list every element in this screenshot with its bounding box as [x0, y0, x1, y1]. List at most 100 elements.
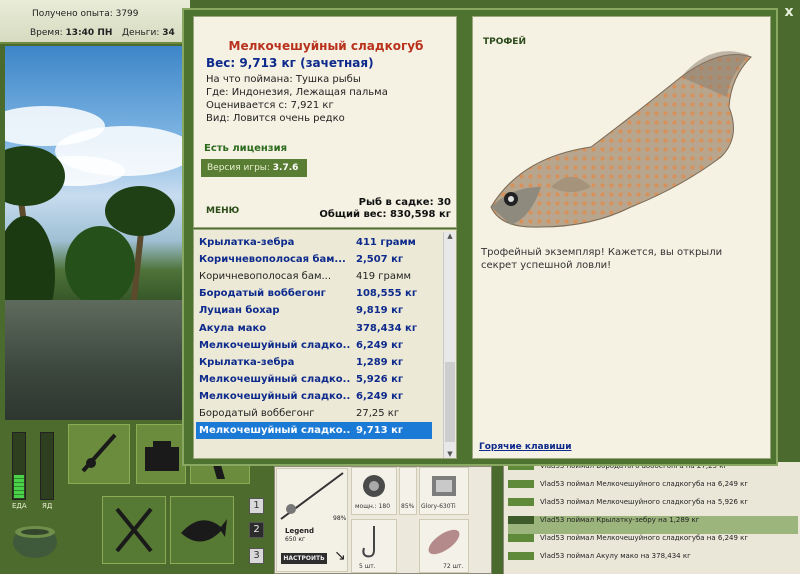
catch-list-item[interactable]: Луциан бохар 9,819 кг	[196, 302, 432, 319]
catch-fish-name: Луциан бохар	[199, 305, 280, 317]
spool-icon	[432, 476, 456, 496]
food-label: ЕДА	[12, 502, 27, 510]
menu-button[interactable]: МЕНЮ	[206, 206, 239, 216]
valued-from: Оценивается с: 7,921 кг	[206, 100, 334, 111]
catch-fish-weight: 5,926 кг	[356, 373, 404, 385]
page-button-2[interactable]: 2	[249, 522, 264, 538]
page-button-3[interactable]: 3	[249, 548, 264, 564]
trophy-message: Трофейный экземпляр! Кажется, вы открыли…	[481, 247, 723, 271]
tackle-box-icon	[145, 441, 179, 471]
hud-bar: Получено опыта: 3799 Время: 13:40 ПН Ден…	[0, 0, 190, 44]
rod-icon	[81, 433, 117, 473]
total-weight: Общий вес: 830,598 кг	[319, 209, 451, 220]
catch-list: Крылатка-зебра 411 грамм Коричневополосая …	[193, 229, 457, 459]
spool-caption: Glory-630Ti	[421, 503, 456, 510]
catch-list-item[interactable]: Мелкочешуйный сладко... 6,249 кг	[196, 337, 432, 354]
catch-fish-name: Бородатый воббегонг	[199, 288, 326, 300]
catch-list-scrollbar[interactable]: ▲ ▼	[443, 232, 455, 458]
catch-list-item[interactable]: Коричневополосая бам... 2,507 кг	[196, 251, 432, 268]
fish-icon	[508, 534, 534, 542]
catch-fish-weight: 6,249 кг	[356, 339, 404, 351]
fish-name: Мелкочешуйный сладкогуб	[228, 39, 424, 53]
fishing-scene[interactable]	[5, 46, 185, 420]
catch-fish-name: Мелкочешуйный сладко...	[199, 339, 351, 351]
line-caption: 85%	[401, 503, 415, 510]
catch-fish-name: Мелкочешуйный сладко...	[199, 390, 351, 402]
hook-count: 5 шт.	[359, 563, 376, 570]
fish-icon	[508, 498, 534, 506]
catch-fish-weight: 9,819 кг	[356, 305, 404, 317]
catch-list-item[interactable]: Бородатый воббегонг 108,555 кг	[196, 285, 432, 302]
catch-fish-weight: 27,25 кг	[356, 408, 400, 419]
catch-fish-weight: 9,713 кг	[356, 425, 404, 437]
game-version: Версия игры: 3.7.6	[201, 159, 307, 177]
catch-fish-name: Акула мако	[199, 322, 267, 334]
time-label: Время:	[30, 28, 63, 38]
page-button-1[interactable]: 1	[249, 498, 264, 514]
money-readout: Деньги: 34	[122, 28, 175, 38]
catch-location: Где: Индонезия, Лежащая пальма	[206, 87, 388, 98]
catch-fish-name: Бородатый воббегонг	[199, 408, 315, 419]
feed-row: Vlad53 поймал Мелкочешуйного сладкогуба …	[508, 498, 748, 516]
fork-knife-icon	[115, 507, 153, 553]
tackle-box-tile[interactable]	[136, 424, 186, 484]
setup-button[interactable]: НАСТРОИТЬ	[281, 553, 327, 564]
scroll-up-icon[interactable]: ▲	[444, 232, 456, 240]
food-tile[interactable]	[102, 496, 166, 564]
catch-list-item[interactable]: Мелкочешуйный сладко... 5,926 кг	[196, 371, 432, 388]
money-value: 34	[162, 28, 175, 38]
food-meter	[12, 432, 26, 500]
catch-tile[interactable]	[170, 496, 234, 564]
cast-arrow-icon[interactable]: ↘	[334, 548, 346, 564]
bait-count: 72 шт.	[443, 563, 464, 570]
fish-icon	[508, 516, 534, 524]
feed-row: Vlad53 поймал Мелкочешуйного сладкогуба …	[508, 480, 748, 498]
catch-fish-weight: 378,434 кг	[356, 322, 418, 334]
catch-list-item[interactable]: Крылатка-зебра 1,289 кг	[196, 354, 432, 371]
hotkeys-link[interactable]: Горячие клавиши	[479, 442, 572, 452]
catch-list-item[interactable]: Бородатый воббегонг 27,25 кг	[196, 405, 432, 422]
catch-fish-weight: 108,555 кг	[356, 288, 418, 300]
catch-list-item[interactable]: Мелкочешуйный сладко... 6,249 кг	[196, 388, 432, 405]
caught-on: На что поймана: Тушка рыбы	[206, 74, 361, 85]
rod-name: Legend	[285, 527, 314, 535]
trophy-title: ТРОФЕЙ	[483, 37, 526, 47]
catch-info-panel: Мелкочешуйный сладкогуб Вес: 9,713 кг (з…	[193, 16, 457, 228]
catch-fish-name: Мелкочешуйный сладко...	[199, 425, 351, 437]
time-readout: Время: 13:40 ПН	[30, 28, 112, 38]
rarity: Вид: Ловится очень редко	[206, 113, 345, 124]
catch-fish-weight: 6,249 кг	[356, 390, 404, 402]
fish-in-cage: Рыб в садке: 30	[358, 197, 451, 208]
drink-label: ЯД	[42, 502, 53, 510]
catch-list-item[interactable]: Коричневополосая бам... 419 грамм	[196, 268, 432, 285]
reel-power-caption: мощн.: 180	[355, 503, 391, 510]
close-button[interactable]: x	[781, 4, 797, 20]
scroll-down-icon[interactable]: ▼	[444, 450, 456, 458]
rod-max-weight: 650 кг	[285, 536, 306, 543]
catch-list-item[interactable]: Мелкочешуйный сладко... 9,713 кг	[196, 422, 432, 440]
rod-tile[interactable]	[68, 424, 130, 484]
catch-fish-weight: 411 грамм	[356, 237, 416, 248]
catch-list-item[interactable]: Крылатка-зебра 411 грамм	[196, 234, 432, 251]
feed-row: Vlad53 поймал Мелкочешуйного сладкогуба …	[508, 534, 748, 552]
fish-icon	[181, 519, 227, 542]
catch-fish-name: Коричневополосая бам...	[199, 271, 332, 283]
cauldron-icon[interactable]	[10, 518, 60, 562]
catch-list-item[interactable]: Акула мако 378,434 кг	[196, 320, 432, 337]
scroll-thumb[interactable]	[445, 362, 455, 442]
reel-icon	[363, 475, 385, 497]
fish-image	[490, 51, 752, 228]
bait-fish-icon	[428, 529, 460, 555]
catch-fish-weight: 1,289 кг	[356, 356, 404, 368]
feed-row: Vlad53 поймал Крылатку-зебру на 1,289 кг	[508, 516, 798, 534]
catch-fish-weight: 2,507 кг	[356, 254, 404, 266]
rod-condition: 98%	[333, 515, 347, 522]
feed-row: Vlad53 поймал Акулу мако на 378,434 кг	[508, 552, 691, 570]
cage-summary: Рыб в садке: 30 Общий вес: 830,598 кг	[319, 197, 451, 221]
catch-fish-name: Крылатка-зебра	[199, 356, 295, 368]
fish-icon	[508, 552, 534, 560]
catch-fish-name: Коричневополосая бам...	[199, 254, 346, 266]
catch-feed: Vlad53 поймал Бородатого воббегонга на 2…	[503, 462, 800, 574]
catch-fish-name: Крылатка-зебра	[199, 237, 295, 248]
hook-icon	[362, 526, 375, 558]
